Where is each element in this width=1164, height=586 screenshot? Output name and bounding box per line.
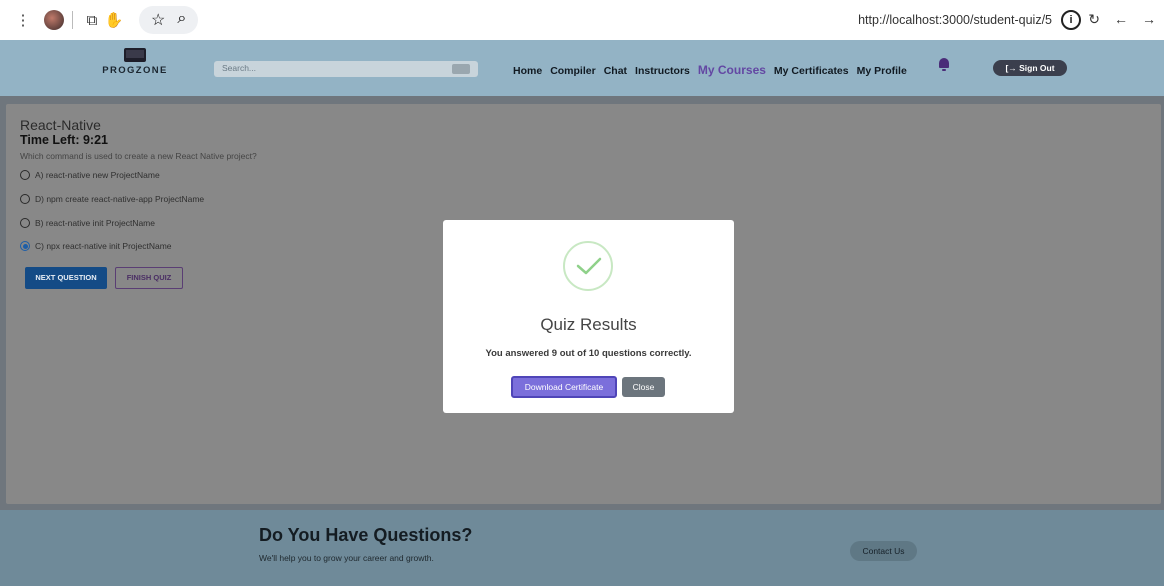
answer-option-d[interactable]: D) npm create react-native-app ProjectNa…	[20, 194, 204, 204]
option-label: D) npm create react-native-app ProjectNa…	[35, 194, 205, 204]
course-title: React-Native	[20, 117, 101, 133]
nav-chat[interactable]: Chat	[604, 65, 627, 77]
nav-home[interactable]: Home	[513, 65, 542, 77]
nav-links: Home Compiler Chat Instructors My Course…	[513, 63, 907, 77]
time-left: Time Left: 9:21	[20, 133, 108, 147]
question-text: Which command is used to create a new Re…	[20, 151, 257, 161]
profile-avatar[interactable]	[44, 10, 64, 30]
radio-button-selected[interactable]	[20, 241, 30, 251]
radio-button[interactable]	[20, 218, 30, 228]
footer-subtitle: We'll help you to grow your career and g…	[259, 553, 434, 563]
site-navbar: PROGZONE Search... Home Compiler Chat In…	[0, 40, 1164, 96]
address-actions: ☆ ⌕	[139, 6, 199, 34]
menu-dots-icon[interactable]: ⋮	[12, 9, 34, 31]
contact-us-button[interactable]: Contact Us	[850, 541, 917, 561]
extensions-icon[interactable]: ⧉	[81, 9, 103, 31]
quiz-results-modal: Quiz Results You answered 9 out of 10 qu…	[443, 220, 734, 413]
answer-option-b[interactable]: B) react-native init ProjectName	[20, 218, 155, 228]
next-question-button[interactable]: NEXT QUESTION	[25, 267, 107, 289]
search-input[interactable]: Search...	[214, 61, 478, 77]
nav-my-profile[interactable]: My Profile	[857, 65, 907, 77]
option-label: C) npx react-native init ProjectName	[35, 241, 172, 251]
option-label: B) react-native init ProjectName	[35, 218, 155, 228]
browser-toolbar: ⋮ ⧉ ✋ ☆ ⌕ http://localhost:3000/student-…	[0, 0, 1164, 40]
footer	[0, 510, 1164, 586]
site-info-icon[interactable]: i	[1061, 10, 1081, 30]
nav-compiler[interactable]: Compiler	[550, 65, 596, 77]
address-bar[interactable]: http://localhost:3000/student-quiz/5	[858, 13, 1052, 27]
hand-icon[interactable]: ✋	[103, 9, 125, 31]
nav-instructors[interactable]: Instructors	[635, 65, 690, 77]
answer-option-c[interactable]: C) npx react-native init ProjectName	[20, 241, 172, 251]
star-icon[interactable]: ☆	[151, 10, 165, 30]
check-circle-icon	[563, 241, 613, 291]
logo-text: PROGZONE	[102, 65, 168, 76]
sign-out-button[interactable]: [→ Sign Out	[993, 60, 1067, 76]
radio-button[interactable]	[20, 170, 30, 180]
download-certificate-button[interactable]: Download Certificate	[511, 376, 617, 398]
forward-icon[interactable]: →	[1142, 11, 1156, 28]
nav-my-certificates[interactable]: My Certificates	[774, 65, 849, 77]
toolbar-divider	[72, 11, 73, 29]
option-label: A) react-native new ProjectName	[35, 170, 160, 180]
nav-my-courses[interactable]: My Courses	[698, 63, 766, 77]
bell-icon[interactable]	[938, 58, 950, 72]
search-button[interactable]	[452, 64, 470, 74]
radio-button[interactable]	[20, 194, 30, 204]
modal-title: Quiz Results	[540, 315, 637, 334]
result-message: You answered 9 out of 10 questions corre…	[485, 348, 692, 359]
reload-icon[interactable]: ↻	[1088, 11, 1100, 28]
close-button[interactable]: Close	[622, 377, 665, 397]
answer-option-a[interactable]: A) react-native new ProjectName	[20, 170, 160, 180]
laptop-icon	[124, 48, 146, 62]
back-icon[interactable]: ←	[1114, 11, 1128, 28]
search-icon[interactable]: ⌕	[177, 10, 186, 30]
footer-title: Do You Have Questions?	[259, 525, 473, 545]
logo[interactable]: PROGZONE	[100, 48, 170, 76]
finish-quiz-button[interactable]: FINISH QUIZ	[115, 267, 183, 289]
